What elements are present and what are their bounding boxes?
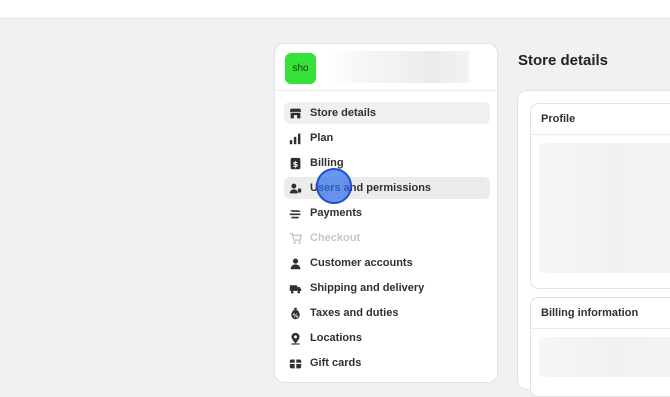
gift-icon — [288, 356, 302, 370]
click-indicator — [316, 168, 352, 204]
store-details-card: Profile Billing information — [517, 90, 670, 397]
store-switcher[interactable]: sho — [275, 44, 497, 91]
plan-icon — [288, 131, 302, 145]
settings-nav: Store details Plan $ Billing Users and p… — [284, 102, 490, 377]
sidebar-item-billing[interactable]: $ Billing — [284, 152, 490, 174]
sidebar-item-label: Taxes and duties — [310, 307, 399, 319]
billing-information-section: Billing information — [530, 297, 670, 397]
sidebar-item-label: Billing — [310, 157, 344, 169]
person-icon — [288, 256, 302, 270]
sidebar-item-users-and-permissions[interactable]: Users and permissions — [284, 177, 490, 199]
billing-content-redacted — [539, 337, 670, 377]
sidebar-item-checkout: Checkout — [284, 227, 490, 249]
top-bar — [0, 0, 670, 19]
sidebar-item-plan[interactable]: Plan — [284, 127, 490, 149]
sidebar-item-label: Checkout — [310, 232, 361, 244]
sidebar-item-label: Gift cards — [310, 357, 362, 369]
svg-text:$: $ — [292, 158, 298, 168]
billing-icon: $ — [288, 156, 302, 170]
sidebar-item-customer-accounts[interactable]: Customer accounts — [284, 252, 490, 274]
store-icon — [288, 106, 302, 120]
page-title: Store details — [518, 52, 609, 69]
sidebar-item-shipping-and-delivery[interactable]: Shipping and delivery — [284, 277, 490, 299]
sidebar-item-label: Customer accounts — [310, 257, 413, 269]
cart-icon — [288, 231, 302, 245]
billing-information-section-title: Billing information — [531, 298, 670, 329]
truck-icon — [288, 281, 302, 295]
settings-sidebar: sho Store details Plan $ Billing Users a… — [274, 43, 498, 383]
store-avatar: sho — [285, 53, 316, 84]
tax-icon: % — [288, 306, 302, 320]
sidebar-item-label: Payments — [310, 207, 362, 219]
sidebar-item-store-details[interactable]: Store details — [284, 102, 490, 124]
sidebar-item-taxes-and-duties[interactable]: % Taxes and duties — [284, 302, 490, 324]
payments-icon — [288, 206, 302, 220]
profile-section: Profile — [530, 103, 670, 289]
sidebar-item-payments[interactable]: Payments — [284, 202, 490, 224]
profile-section-title: Profile — [531, 104, 670, 135]
sidebar-item-locations[interactable]: Locations — [284, 327, 490, 349]
profile-content-redacted — [539, 143, 670, 273]
users-icon — [288, 181, 302, 195]
svg-text:%: % — [292, 313, 298, 319]
sidebar-item-label: Store details — [310, 107, 377, 119]
store-name-redacted — [327, 51, 469, 83]
sidebar-item-label: Plan — [310, 132, 334, 144]
sidebar-item-label: Shipping and delivery — [310, 282, 425, 294]
sidebar-item-gift-cards[interactable]: Gift cards — [284, 352, 490, 374]
location-icon — [288, 331, 302, 345]
sidebar-item-label: Locations — [310, 332, 362, 344]
